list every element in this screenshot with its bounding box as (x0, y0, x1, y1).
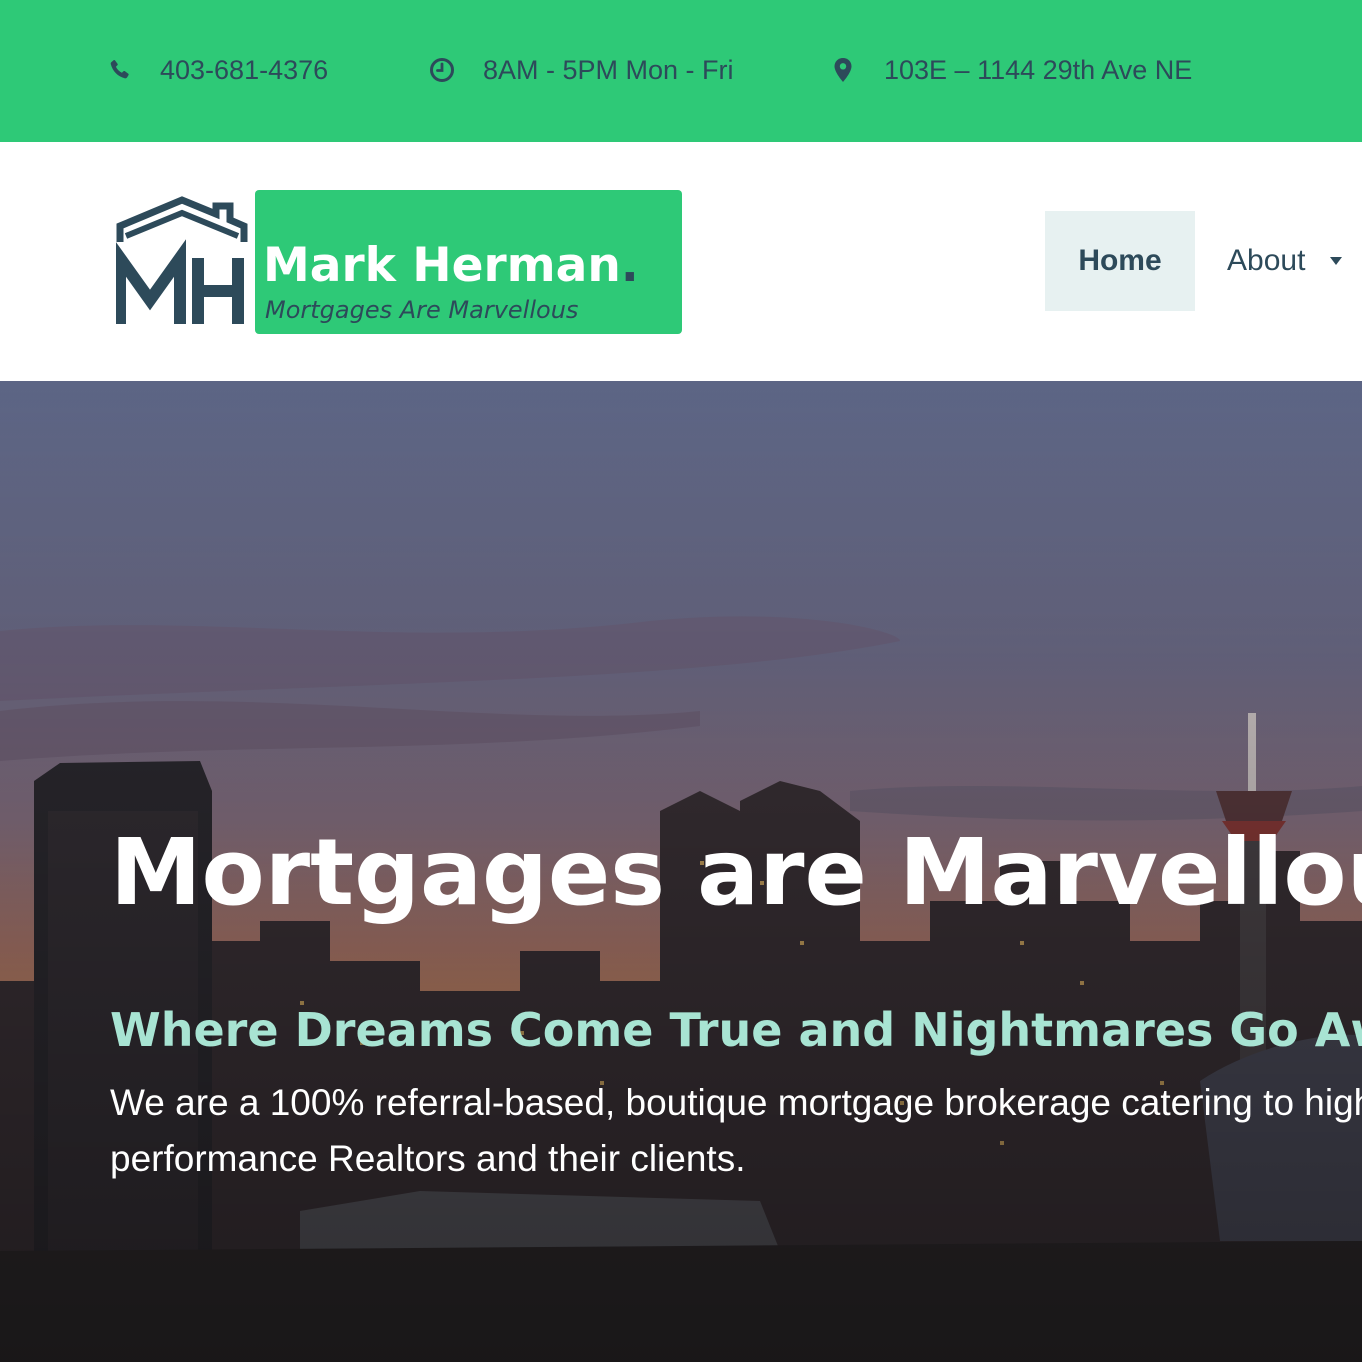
hero-description: We are a 100% referral-based, boutique m… (110, 1075, 1362, 1187)
phone-contact[interactable]: 403-681-4376 (106, 50, 328, 90)
nav-item-about[interactable]: About (1227, 211, 1343, 311)
nav-item-home[interactable]: Home (1045, 211, 1195, 311)
logo-name: Mark Herman. (263, 238, 639, 293)
hero-description-line-2: performance Realtors and their clients. (110, 1138, 746, 1179)
hero-banner: Mortgages are Marvellous Where Dreams Co… (0, 381, 1362, 1362)
logo-wordmark: Mark Herman. Mortgages Are Marvellous (255, 190, 682, 334)
logo-name-dot: . (620, 238, 639, 293)
nav-item-about-label: About (1227, 244, 1306, 277)
phone-number: 403-681-4376 (160, 54, 329, 85)
logo-tagline: Mortgages Are Marvellous (265, 296, 579, 324)
clock-icon (429, 57, 455, 83)
top-contact-bar: 403-681-4376 8AM - 5PM Mon - Fri 103E – … (0, 0, 1362, 142)
hero-description-line-1: We are a 100% referral-based, boutique m… (110, 1082, 1362, 1123)
phone-icon (106, 57, 132, 83)
map-pin-icon (830, 57, 856, 83)
site-logo[interactable]: Mark Herman. Mortgages Are Marvellous (116, 190, 682, 334)
hero-title: Mortgages are Marvellous (110, 819, 1362, 926)
caret-down-icon[interactable] (1329, 254, 1343, 268)
site-header: Mark Herman. Mortgages Are Marvellous Ho… (0, 142, 1362, 381)
business-hours: 8AM - 5PM Mon - Fri (429, 50, 734, 90)
office-address[interactable]: 103E – 1144 29th Ave NE (830, 50, 1192, 90)
address-text: 103E – 1144 29th Ave NE (884, 54, 1193, 85)
hero-subtitle: Where Dreams Come True and Nightmares Go… (110, 1003, 1362, 1057)
hours-text: 8AM - 5PM Mon - Fri (483, 54, 734, 85)
house-logo-icon (116, 196, 248, 324)
